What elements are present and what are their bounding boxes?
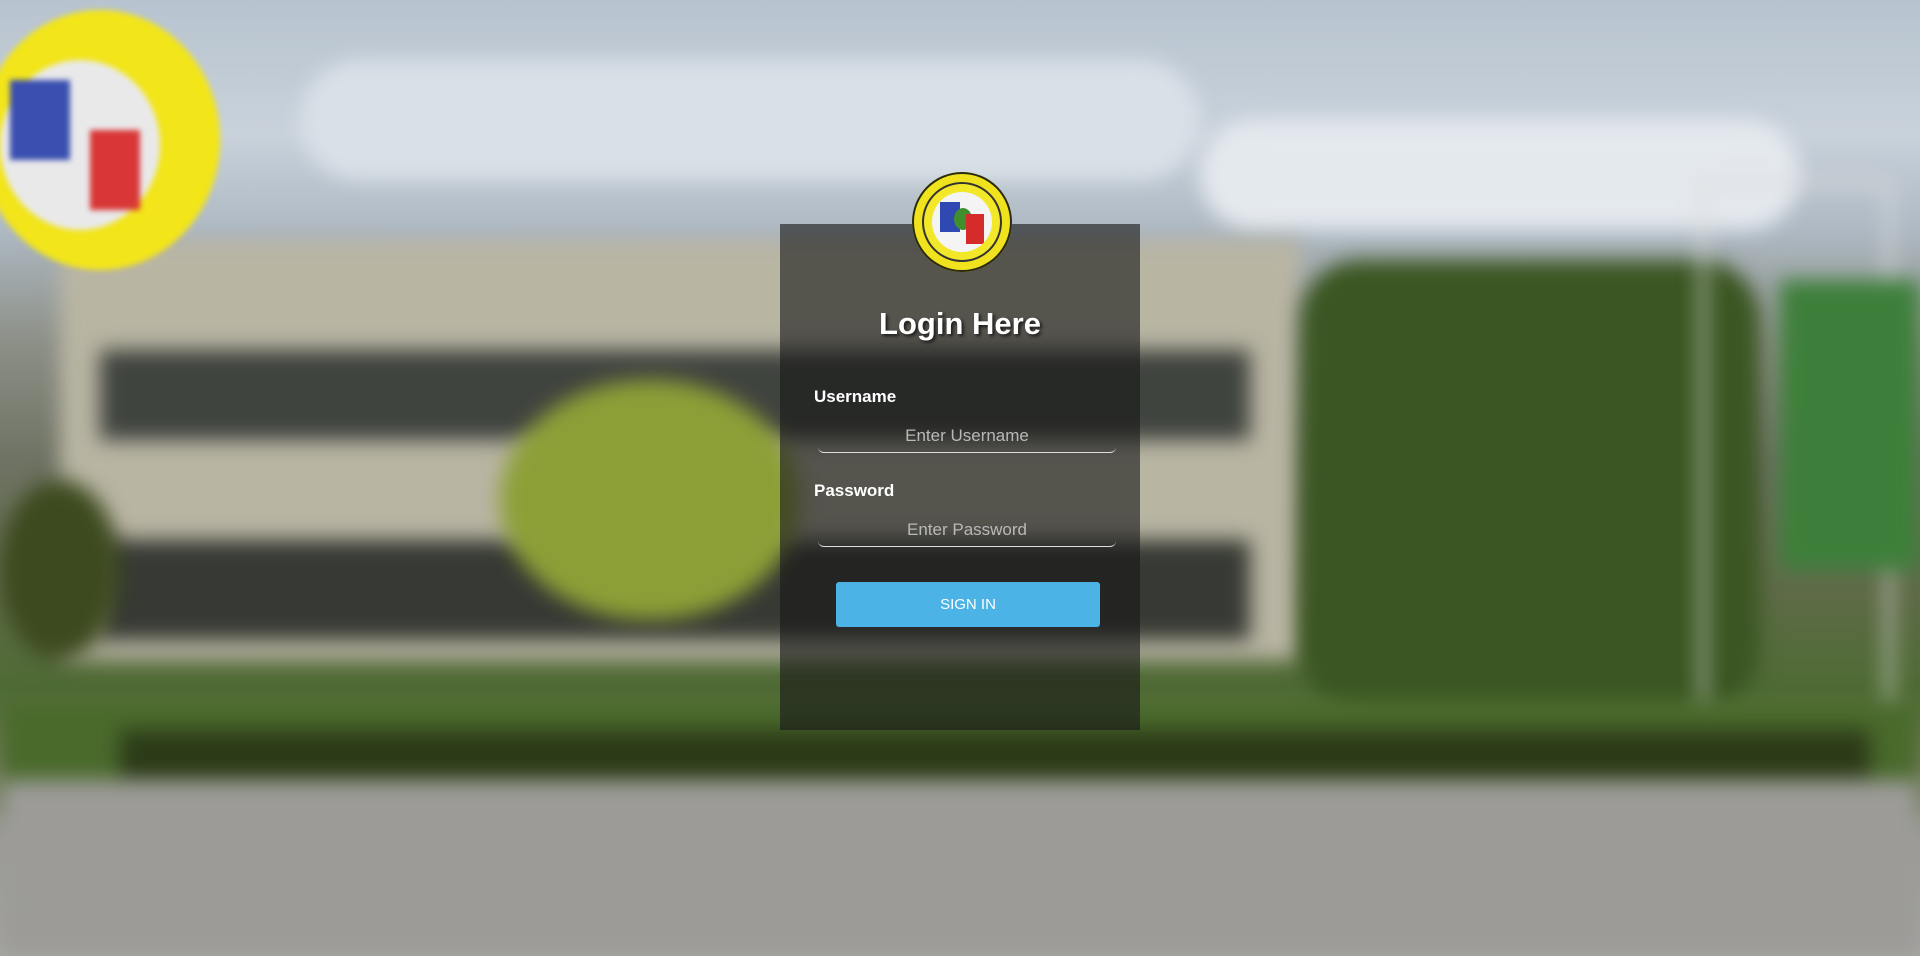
username-input[interactable] xyxy=(818,420,1116,453)
trees xyxy=(1300,260,1760,710)
tree xyxy=(0,480,120,660)
login-panel xyxy=(780,224,1140,730)
username-label: Username xyxy=(814,387,897,406)
city-seal-logo xyxy=(912,172,1012,272)
background-seal-logo xyxy=(0,10,220,270)
password-label: Password xyxy=(814,481,895,500)
sign-in-button[interactable]: SIGN IN xyxy=(836,582,1100,627)
road xyxy=(0,780,1920,956)
billboard xyxy=(1780,280,1920,570)
password-input[interactable] xyxy=(818,514,1116,547)
cloud xyxy=(300,60,1200,180)
tree xyxy=(500,380,800,620)
login-title: Login Here xyxy=(879,306,1041,341)
